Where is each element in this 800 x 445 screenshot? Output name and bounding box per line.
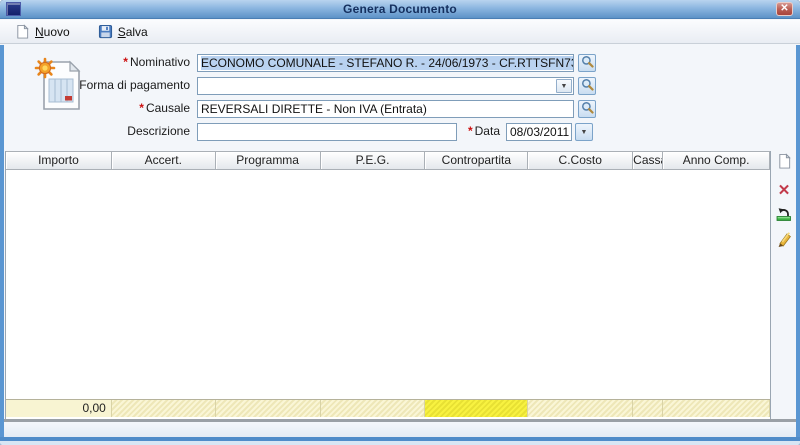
- forma-pagamento-lookup-button[interactable]: [578, 77, 596, 95]
- pencil-icon: [777, 232, 792, 250]
- required-marker: *: [468, 124, 473, 138]
- forma-pagamento-label: Forma di pagamento: [32, 77, 190, 95]
- data-value: 08/03/2011: [510, 125, 569, 139]
- dialog-content: *Nominativo ECONOMO COMUNALE - STEFANO R…: [0, 45, 800, 437]
- save-button[interactable]: Salva: [95, 23, 151, 40]
- delete-row-button[interactable]: ✕: [775, 181, 793, 199]
- delete-x-icon: ✕: [778, 183, 791, 198]
- new-button-label: Nuovo: [35, 25, 70, 39]
- nominativo-label: *Nominativo: [32, 54, 190, 72]
- window-frame-bottom-edge: [0, 441, 800, 445]
- save-floppy-icon: [98, 24, 113, 39]
- data-dropdown-button[interactable]: ▼: [575, 123, 593, 141]
- causale-label: *Causale: [32, 100, 190, 118]
- chevron-down-icon: ▼: [561, 83, 568, 90]
- column-header-importo: Importo: [6, 152, 112, 169]
- new-document-icon: [15, 24, 30, 39]
- total-annocomp-cell: [663, 400, 770, 417]
- rows-grid: Importo Accert. Programma P.E.G. Controp…: [5, 151, 771, 419]
- edit-row-button[interactable]: [775, 232, 793, 250]
- row-actions-strip: ✕: [772, 151, 796, 419]
- total-ccosto-cell: [528, 400, 633, 417]
- toolbar: Nuovo Salva: [0, 20, 800, 44]
- undo-row-button[interactable]: [775, 207, 793, 225]
- descrizione-label: Descrizione: [32, 123, 190, 141]
- causale-lookup-button[interactable]: [578, 100, 596, 118]
- forma-pagamento-field[interactable]: ▼: [197, 77, 574, 95]
- required-marker: *: [139, 101, 144, 115]
- magnifier-icon: [581, 55, 594, 71]
- total-cassa-cell: [633, 400, 663, 417]
- total-peg-cell: [321, 400, 426, 417]
- total-accert-cell: [112, 400, 216, 417]
- total-programma-cell: [216, 400, 321, 417]
- grid-header: Importo Accert. Programma P.E.G. Controp…: [6, 151, 770, 170]
- column-header-peg: P.E.G.: [321, 152, 426, 169]
- save-button-label: Salva: [118, 25, 148, 39]
- add-row-button[interactable]: [775, 153, 793, 171]
- data-label: *Data: [384, 123, 500, 141]
- new-document-icon: [777, 153, 792, 172]
- nominativo-lookup-button[interactable]: [578, 54, 596, 72]
- column-header-cassa: Cassa: [633, 152, 663, 169]
- chevron-down-icon: ▼: [581, 129, 588, 136]
- data-field[interactable]: 08/03/2011: [506, 123, 572, 141]
- titlebar[interactable]: Genera Documento ✕: [0, 0, 800, 19]
- forma-pagamento-dropdown-button[interactable]: ▼: [556, 79, 572, 93]
- new-button[interactable]: Nuovo: [12, 23, 73, 40]
- grid-total-row: 0,00: [6, 399, 770, 417]
- causale-field[interactable]: REVERSALI DIRETTE - Non IVA (Entrata): [197, 100, 574, 118]
- window-title: Genera Documento: [0, 2, 800, 16]
- total-contropartita-cell-highlighted: [425, 400, 528, 417]
- undo-icon: [776, 207, 792, 225]
- app-icon: [6, 2, 21, 16]
- column-header-ccosto: C.Costo: [528, 152, 633, 169]
- causale-value: REVERSALI DIRETTE - Non IVA (Entrata): [201, 102, 427, 116]
- nominativo-field[interactable]: ECONOMO COMUNALE - STEFANO R. - 24/06/19…: [197, 54, 574, 72]
- magnifier-icon: [581, 78, 594, 94]
- column-header-accert: Accert.: [112, 152, 216, 169]
- nominativo-value: ECONOMO COMUNALE - STEFANO R. - 24/06/19…: [201, 56, 574, 70]
- required-marker: *: [123, 55, 128, 69]
- genera-documento-window: Genera Documento ✕ Nuovo Salv: [0, 0, 800, 445]
- bottom-strip: [4, 422, 796, 437]
- column-header-contropartita: Contropartita: [425, 152, 528, 169]
- close-button[interactable]: ✕: [776, 2, 793, 16]
- column-header-annocomp: Anno Comp.: [663, 152, 770, 169]
- column-header-programma: Programma: [216, 152, 321, 169]
- total-importo: 0,00: [6, 400, 112, 417]
- grid-body-empty[interactable]: [6, 170, 770, 399]
- magnifier-icon: [581, 101, 594, 117]
